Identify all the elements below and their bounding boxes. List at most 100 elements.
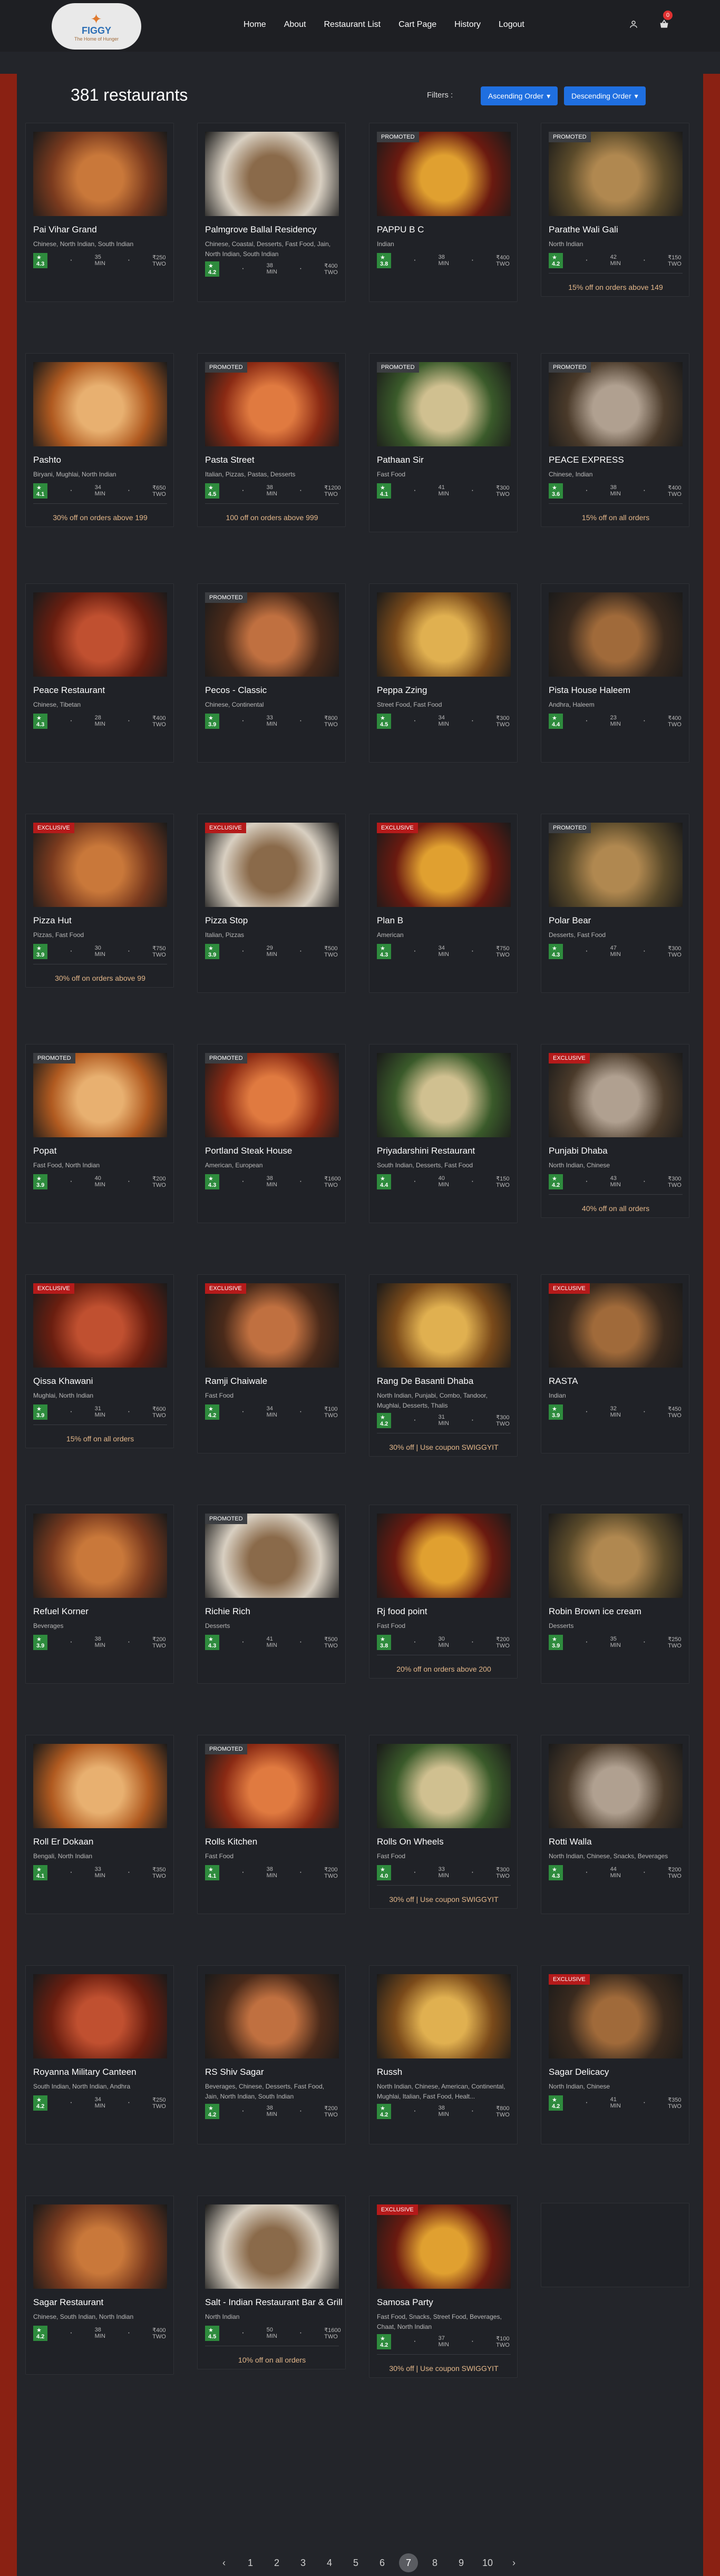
restaurant-image[interactable] xyxy=(33,1974,167,2058)
restaurant-card[interactable]: PROMOTED Pecos - Classic Chinese, Continen… xyxy=(197,583,346,763)
restaurant-image[interactable] xyxy=(33,1744,167,1828)
restaurant-image[interactable] xyxy=(377,1053,511,1137)
restaurant-card[interactable]: Refuel Korner Beverages ★ 3.9 · 38 MIN · ₹200 … xyxy=(25,1505,174,1684)
restaurant-image[interactable] xyxy=(33,592,167,677)
logo[interactable]: ✦ FIGGY The Home of Hunger xyxy=(52,3,141,50)
restaurant-card[interactable]: RS Shiv Sagar Beverages, Chinese, Dessert… xyxy=(197,1965,346,2144)
restaurant-name[interactable]: RS Shiv Sagar xyxy=(205,2067,264,2077)
restaurant-card[interactable]: PROMOTED Richie Rich Desserts ★ 4.3 · 41 MIN ·… xyxy=(197,1505,346,1684)
restaurant-image[interactable] xyxy=(377,592,511,677)
prev-page-icon[interactable]: ‹ xyxy=(211,2558,237,2569)
nav-history[interactable]: History xyxy=(454,20,481,30)
restaurant-image[interactable] xyxy=(549,1283,683,1368)
restaurant-image[interactable] xyxy=(377,2204,511,2289)
restaurant-name[interactable]: Qissa Khawani xyxy=(33,1376,93,1387)
restaurant-image[interactable] xyxy=(33,1283,167,1368)
nav-home[interactable]: Home xyxy=(244,20,266,30)
restaurant-name[interactable]: Peace Restaurant xyxy=(33,685,105,696)
restaurant-image[interactable] xyxy=(377,1744,511,1828)
restaurant-name[interactable]: Rolls On Wheels xyxy=(377,1837,444,1847)
restaurant-card[interactable]: EXCLUSIVE Pizza Stop Italian, Pizzas ★ 3.9 ·… xyxy=(197,814,346,993)
page-5[interactable]: 5 xyxy=(343,2558,369,2569)
restaurant-card[interactable]: EXCLUSIVE Plan B American ★ 4.3 · 34 MIN · ₹750… xyxy=(369,814,518,993)
restaurant-name[interactable]: Samosa Party xyxy=(377,2297,433,2308)
restaurant-name[interactable]: Pizza Hut xyxy=(33,915,72,926)
restaurant-image[interactable] xyxy=(377,362,511,446)
restaurant-name[interactable]: Russh xyxy=(377,2067,402,2077)
restaurant-card[interactable]: PROMOTED Popat Fast Food, North Indian ★ 3.… xyxy=(25,1044,174,1223)
restaurant-name[interactable]: Peppa Zzing xyxy=(377,685,427,696)
restaurant-card[interactable]: EXCLUSIVE Punjabi Dhaba North Indian, Chin… xyxy=(541,1044,689,1218)
restaurant-image[interactable] xyxy=(549,362,683,446)
restaurant-name[interactable]: Plan B xyxy=(377,915,403,926)
restaurant-name[interactable]: Royanna Military Canteen xyxy=(33,2067,137,2077)
nav-restaurant-list[interactable]: Restaurant List xyxy=(324,20,381,30)
restaurant-image[interactable] xyxy=(377,1974,511,2058)
restaurant-image[interactable] xyxy=(377,132,511,216)
restaurant-card[interactable]: PROMOTED Pasta Street Italian, Pizzas, Pas… xyxy=(197,353,346,527)
restaurant-card[interactable]: Palmgrove Ballal Residency Chinese, Coast… xyxy=(197,123,346,302)
restaurant-name[interactable]: Rotti Walla xyxy=(549,1837,592,1847)
restaurant-card[interactable]: Rang De Basanti Dhaba North Indian, Punja… xyxy=(369,1274,518,1457)
restaurant-image[interactable] xyxy=(33,1514,167,1598)
restaurant-card[interactable]: Peppa Zzing Street Food, Fast Food ★ 4.5 · 3… xyxy=(369,583,518,763)
restaurant-name[interactable]: PAPPU B C xyxy=(377,225,424,235)
restaurant-name[interactable]: Richie Rich xyxy=(205,1606,250,1617)
restaurant-card[interactable]: Sagar Restaurant Chinese, South Indian, N… xyxy=(25,2196,174,2375)
restaurant-image[interactable] xyxy=(377,1283,511,1368)
restaurant-image[interactable] xyxy=(205,823,339,907)
restaurant-name[interactable]: PEACE EXPRESS xyxy=(549,455,624,465)
restaurant-name[interactable]: Pashto xyxy=(33,455,61,465)
restaurant-name[interactable]: Portland Steak House xyxy=(205,1146,292,1156)
restaurant-image[interactable] xyxy=(549,1744,683,1828)
restaurant-name[interactable]: Pecos - Classic xyxy=(205,685,267,696)
restaurant-card[interactable]: Pai Vihar Grand Chinese, North Indian, So… xyxy=(25,123,174,302)
restaurant-image[interactable] xyxy=(205,1283,339,1368)
user-icon[interactable] xyxy=(627,18,640,31)
restaurant-card[interactable]: Pashto Biryani, Mughlai, North Indian ★ 4.… xyxy=(25,353,174,527)
restaurant-image[interactable] xyxy=(205,1744,339,1828)
restaurant-card[interactable]: Priyadarshini Restaurant South Indian, De… xyxy=(369,1044,518,1223)
restaurant-image[interactable] xyxy=(549,1974,683,2058)
restaurant-image[interactable] xyxy=(549,132,683,216)
restaurant-card[interactable]: EXCLUSIVE Pizza Hut Pizzas, Fast Food ★ 3.9… xyxy=(25,814,174,988)
restaurant-image[interactable] xyxy=(205,2204,339,2289)
restaurant-image[interactable] xyxy=(33,1053,167,1137)
sort-ascending-button[interactable]: Ascending Order ▾ xyxy=(481,86,558,105)
restaurant-card[interactable]: EXCLUSIVE Qissa Khawani Mughlai, North Ind… xyxy=(25,1274,174,1448)
nav-cart-page[interactable]: Cart Page xyxy=(398,20,436,30)
page-7[interactable]: 7 xyxy=(399,2553,418,2572)
restaurant-name[interactable]: Pista House Haleem xyxy=(549,685,630,696)
nav-logout[interactable]: Logout xyxy=(499,20,524,30)
page-4[interactable]: 4 xyxy=(316,2558,343,2569)
restaurant-card[interactable]: Robin Brown ice cream Desserts ★ 3.9 · 35 MI… xyxy=(541,1505,689,1684)
page-9[interactable]: 9 xyxy=(448,2558,474,2569)
restaurant-name[interactable]: Polar Bear xyxy=(549,915,591,926)
restaurant-name[interactable]: Pasta Street xyxy=(205,455,255,465)
restaurant-name[interactable]: Pai Vihar Grand xyxy=(33,225,97,235)
page-1[interactable]: 1 xyxy=(237,2558,264,2569)
cart-icon[interactable]: 0 xyxy=(658,11,673,31)
restaurant-card[interactable]: Royanna Military Canteen South Indian, No… xyxy=(25,1965,174,2144)
restaurant-card[interactable]: PROMOTED Portland Steak House American, Eu… xyxy=(197,1044,346,1223)
restaurant-image[interactable] xyxy=(377,1514,511,1598)
restaurant-card[interactable]: EXCLUSIVE Sagar Delicacy North Indian, Chi… xyxy=(541,1965,689,2144)
restaurant-name[interactable]: Priyadarshini Restaurant xyxy=(377,1146,475,1156)
restaurant-card[interactable]: PROMOTED Rolls Kitchen Fast Food ★ 4.1 · 38 M… xyxy=(197,1735,346,1914)
restaurant-name[interactable]: Pizza Stop xyxy=(205,915,248,926)
restaurant-name[interactable]: Rj food point xyxy=(377,1606,427,1617)
restaurant-name[interactable]: Rolls Kitchen xyxy=(205,1837,257,1847)
restaurant-image[interactable] xyxy=(205,592,339,677)
next-page-icon[interactable]: › xyxy=(501,2558,527,2569)
page-2[interactable]: 2 xyxy=(264,2558,290,2569)
restaurant-name[interactable]: Pathaan Sir xyxy=(377,455,424,465)
restaurant-name[interactable]: Punjabi Dhaba xyxy=(549,1146,608,1156)
page-3[interactable]: 3 xyxy=(290,2558,316,2569)
restaurant-card[interactable]: Rolls On Wheels Fast Food ★ 4.0 · 33 MIN · ₹30… xyxy=(369,1735,518,1909)
restaurant-name[interactable]: Popat xyxy=(33,1146,56,1156)
nav-about[interactable]: About xyxy=(284,20,306,30)
page-8[interactable]: 8 xyxy=(422,2558,448,2569)
restaurant-name[interactable]: Roll Er Dokaan xyxy=(33,1837,93,1847)
restaurant-card[interactable]: PROMOTED PEACE EXPRESS Chinese, Indian ★ 3.… xyxy=(541,353,689,527)
restaurant-name[interactable]: Palmgrove Ballal Residency xyxy=(205,225,317,235)
